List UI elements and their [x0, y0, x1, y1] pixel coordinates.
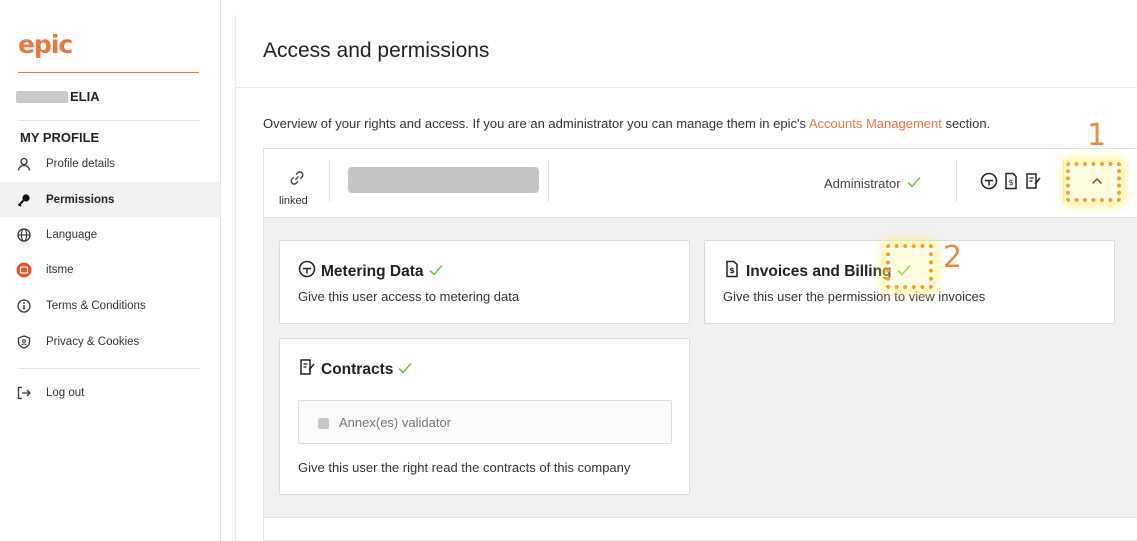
invoice-icon: $ [1002, 172, 1020, 190]
sidebar-item-permissions[interactable]: Permissions [0, 182, 220, 217]
itsme-logo-icon [16, 262, 32, 278]
sidebar-item-label: Terms & Conditions [46, 299, 146, 312]
card-title: Metering Data [298, 260, 443, 283]
card-title-text: Contracts [321, 360, 394, 378]
sidebar-item-label: Profile details [46, 157, 116, 170]
overview-text: Overview of your rights and access. If y… [263, 116, 990, 131]
checkbox-label: Annex(es) validator [339, 415, 451, 430]
person-icon [16, 156, 32, 172]
sidebar-item-label: Permissions [46, 193, 115, 206]
link-icon [288, 169, 306, 187]
divider [548, 160, 549, 202]
header-divider [236, 87, 1137, 88]
annotation-highlight-1 [1066, 162, 1121, 202]
svg-text:$: $ [1008, 178, 1013, 187]
card-description: Give this user access to metering data [298, 289, 520, 304]
card-title-text: Invoices and Billing [746, 262, 892, 280]
sidebar-item-privacy[interactable]: Privacy & Cookies [0, 324, 220, 359]
meter-icon [980, 172, 998, 190]
contracts-card: Contracts Annex(es) validator Give this … [279, 338, 690, 495]
sidebar-item-label: Language [46, 228, 98, 241]
card-description: Give this user the right read the contra… [298, 460, 631, 475]
divider [18, 368, 199, 369]
contract-icon [1024, 172, 1042, 190]
invoice-icon: $ [723, 260, 741, 283]
sidebar-item-itsme[interactable]: itsme [0, 252, 220, 287]
content-divider [235, 15, 236, 541]
sidebar-item-label: Log out [46, 386, 85, 399]
card-title: Contracts [298, 358, 412, 381]
overview-prefix: Overview of your rights and access. If y… [263, 116, 809, 131]
sidebar-item-label: itsme [46, 263, 74, 276]
user-row: ELIA [16, 89, 100, 104]
panel-header: linked Administrator $ [264, 149, 1137, 217]
page-title: Access and permissions [263, 39, 490, 62]
shield-icon [16, 334, 32, 350]
metering-data-card: Metering Data Give this user access to m… [279, 240, 690, 324]
permission-icons: $ [980, 172, 1042, 190]
company-permissions-panel: linked Administrator $ Metering Data Giv… [263, 148, 1137, 541]
contract-icon [298, 358, 316, 381]
divider [329, 160, 330, 202]
divider [1063, 160, 1064, 202]
overview-suffix: section. [941, 116, 991, 131]
divider [956, 160, 957, 202]
role-label: Administrator [824, 176, 921, 191]
check-icon [398, 361, 412, 379]
sidebar-item-label: Privacy & Cookies [46, 335, 140, 348]
card-title-text: Metering Data [321, 262, 424, 280]
disabled-checkbox [318, 418, 329, 429]
divider [18, 120, 199, 121]
check-icon [428, 263, 443, 281]
annotation-number-2: 2 [943, 240, 963, 275]
user-name-redacted [16, 90, 68, 103]
svg-text:$: $ [729, 266, 735, 275]
sidebar-item-logout[interactable]: Log out [0, 375, 220, 410]
logout-icon [16, 385, 32, 401]
info-icon [16, 298, 32, 314]
sidebar-item-profile-details[interactable]: Profile details [0, 146, 220, 181]
annotation-number-1: 1 [1087, 118, 1107, 153]
linked-label: linked [279, 195, 308, 207]
accounts-management-link[interactable]: Accounts Management [809, 116, 942, 131]
sidebar-item-terms[interactable]: Terms & Conditions [0, 288, 220, 323]
card-title: $ Invoices and Billing [723, 260, 911, 283]
panel-body: Metering Data Give this user access to m… [264, 217, 1137, 518]
card-description: Give this user the permission to view in… [723, 289, 986, 304]
role-text: Administrator [824, 176, 901, 191]
annotation-highlight-2 [886, 244, 933, 289]
globe-icon [16, 227, 32, 243]
user-name: ELIA [70, 89, 100, 104]
logo-divider [18, 72, 199, 73]
epic-logo[interactable]: epic [18, 30, 73, 59]
sidebar: epic ELIA MY PROFILE Profile details Per… [0, 0, 221, 541]
section-title: MY PROFILE [20, 130, 100, 145]
check-icon [907, 176, 921, 191]
key-icon [16, 192, 32, 208]
meter-icon [298, 260, 316, 283]
company-name-redacted [348, 167, 539, 193]
sidebar-item-language[interactable]: Language [0, 217, 220, 252]
annex-validator-option: Annex(es) validator [298, 400, 672, 444]
